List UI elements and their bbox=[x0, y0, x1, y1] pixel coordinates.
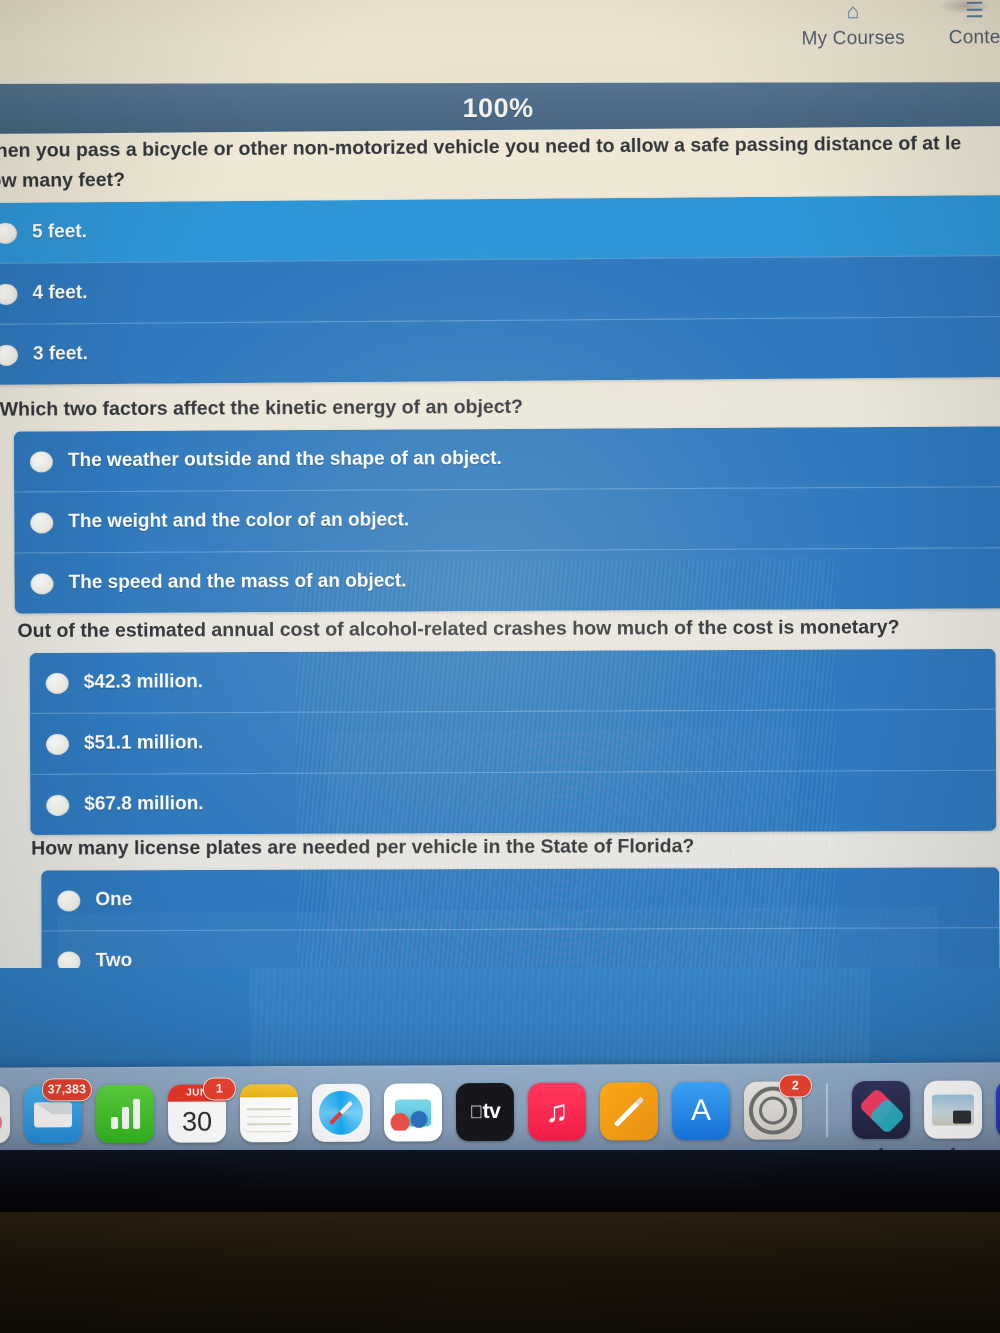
laptop-screen-photo: ⌂ My Courses ☰ Conte 100% When you pass … bbox=[0, 0, 1000, 1333]
radio-button-icon[interactable] bbox=[29, 450, 53, 472]
dock-item-cursor-app[interactable]: ➤ bbox=[995, 1080, 1000, 1139]
calendar-badge: 1 bbox=[202, 1077, 236, 1101]
question-3-options: $42.3 million. $51.1 million. $67.8 mill… bbox=[29, 648, 997, 836]
question-block-1: When you pass a bicycle or other non-mot… bbox=[0, 130, 1000, 386]
pages-icon bbox=[599, 1082, 659, 1141]
nav-item-contents[interactable]: ☰ Conte bbox=[949, 0, 1000, 49]
radio-button-icon[interactable] bbox=[30, 572, 54, 594]
home-icon: ⌂ bbox=[846, 0, 860, 24]
dock-item-apple-tv[interactable]: tv bbox=[455, 1082, 515, 1142]
option-row[interactable]: 4 feet. bbox=[0, 254, 1000, 325]
nav-item-my-courses-label: My Courses bbox=[801, 27, 905, 50]
dock-item-preview[interactable] bbox=[923, 1080, 983, 1152]
option-label: The weight and the color of an object. bbox=[68, 509, 410, 533]
dock-item-music[interactable]: ♫ bbox=[527, 1082, 587, 1154]
question-4-options: One Two bbox=[41, 867, 1000, 979]
option-label: $67.8 million. bbox=[84, 793, 204, 815]
question-2-options: The weather outside and the shape of an … bbox=[13, 426, 1000, 614]
desk-surface bbox=[0, 1212, 1000, 1333]
radio-button-icon[interactable] bbox=[0, 222, 18, 244]
apple-tv-label: tv bbox=[476, 1100, 501, 1124]
radio-button-icon[interactable] bbox=[57, 889, 81, 911]
dock-item-shortcuts[interactable] bbox=[851, 1080, 911, 1153]
question-3-text: Out of the estimated annual cost of alco… bbox=[17, 616, 900, 643]
option-label: 5 feet. bbox=[31, 221, 88, 243]
question-4-text: How many license plates are needed per v… bbox=[31, 835, 695, 860]
question-1-text-line-2: how many feet? bbox=[0, 168, 126, 193]
option-row[interactable]: The weather outside and the shape of an … bbox=[13, 426, 1000, 492]
option-label: 4 feet. bbox=[32, 282, 88, 304]
moire-artifact bbox=[250, 968, 870, 1068]
dock-item-pages[interactable] bbox=[599, 1082, 659, 1141]
dock-item-calendar[interactable]: JUN 30 1 bbox=[167, 1077, 236, 1143]
question-2-text: Which two factors affect the kinetic ene… bbox=[0, 395, 524, 421]
app-store-glyph: A bbox=[690, 1093, 712, 1127]
dock-item-mail[interactable]: 37,383 bbox=[23, 1078, 92, 1157]
option-label: $42.3 million. bbox=[83, 671, 204, 693]
list-icon: ☰ bbox=[964, 0, 984, 23]
numbers-icon bbox=[95, 1084, 155, 1144]
question-block-4: How many license plates are needed per v… bbox=[31, 832, 1000, 979]
dock-item-numbers[interactable] bbox=[95, 1084, 155, 1144]
nav-item-my-courses[interactable]: ⌂ My Courses bbox=[801, 0, 905, 51]
option-label: The speed and the mass of an object. bbox=[68, 570, 407, 594]
option-label: 3 feet. bbox=[32, 343, 88, 365]
course-progress-bar: 100% bbox=[0, 82, 1000, 134]
photo-editor-icon bbox=[383, 1083, 443, 1142]
option-row[interactable]: One bbox=[41, 867, 1000, 931]
photos-icon bbox=[0, 1085, 11, 1144]
option-label: The weather outside and the shape of an … bbox=[67, 447, 502, 472]
nav-item-contents-label: Conte bbox=[948, 27, 1000, 49]
option-label: One bbox=[95, 889, 133, 911]
dock-items: 37,383 JUN 30 1 tv ♫ A 2 bbox=[0, 1074, 1000, 1157]
app-store-icon: A bbox=[671, 1081, 731, 1141]
mail-badge: 37,383 bbox=[41, 1078, 92, 1102]
safari-icon bbox=[311, 1083, 371, 1142]
notes-icon bbox=[239, 1084, 299, 1143]
option-row[interactable]: The speed and the mass of an object. bbox=[14, 547, 1000, 614]
radio-button-icon[interactable] bbox=[0, 344, 19, 366]
radio-button-icon[interactable] bbox=[30, 511, 54, 533]
shortcuts-icon bbox=[851, 1080, 911, 1140]
radio-button-icon[interactable] bbox=[45, 733, 70, 755]
option-row[interactable]: $67.8 million. bbox=[30, 769, 997, 836]
cursor-arrow-icon: ➤ bbox=[995, 1080, 1000, 1139]
dock-item-photos[interactable] bbox=[0, 1085, 11, 1144]
dock-item-safari[interactable] bbox=[311, 1083, 371, 1142]
option-row[interactable]: The weight and the color of an object. bbox=[14, 486, 1000, 553]
system-preferences-badge: 2 bbox=[778, 1074, 812, 1098]
option-row[interactable]: 3 feet. bbox=[0, 315, 1000, 386]
nav-items: ⌂ My Courses ☰ Conte bbox=[801, 0, 1000, 51]
question-1-options: 5 feet. 4 feet. 3 feet. bbox=[0, 194, 1000, 386]
quiz-scroll-pane[interactable]: When you pass a bicycle or other non-mot… bbox=[0, 126, 1000, 979]
radio-button-icon[interactable] bbox=[0, 283, 18, 305]
course-top-navigation: ⌂ My Courses ☰ Conte bbox=[0, 0, 1000, 90]
music-icon: ♫ bbox=[527, 1082, 587, 1141]
option-row[interactable]: $51.1 million. bbox=[29, 708, 997, 775]
option-label: $51.1 million. bbox=[83, 732, 204, 754]
dock-item-preview-photo[interactable] bbox=[383, 1083, 443, 1142]
radio-button-icon[interactable] bbox=[45, 672, 69, 694]
music-note-glyph: ♫ bbox=[545, 1093, 569, 1129]
progress-percent-label: 100% bbox=[462, 92, 534, 123]
browser-viewport: ⌂ My Courses ☰ Conte 100% When you pass … bbox=[0, 0, 1000, 979]
radio-button-icon[interactable] bbox=[46, 794, 70, 816]
calendar-day: 30 bbox=[181, 1106, 213, 1137]
option-row[interactable]: 5 feet. bbox=[0, 194, 1000, 264]
question-block-3: Out of the estimated annual cost of alco… bbox=[17, 614, 998, 836]
question-block-2: Which two factors affect the kinetic ene… bbox=[0, 391, 1000, 614]
apple-tv-icon: tv bbox=[455, 1082, 515, 1142]
preview-icon bbox=[923, 1080, 983, 1139]
option-row[interactable]: $42.3 million. bbox=[29, 648, 996, 714]
dock-item-app-store[interactable]: A bbox=[671, 1081, 731, 1141]
macos-dock: 37,383 JUN 30 1 tv ♫ A 2 bbox=[0, 1062, 1000, 1161]
laptop-bezel bbox=[0, 1150, 1000, 1220]
question-1-text-line-1: When you pass a bicycle or other non-mot… bbox=[0, 132, 962, 163]
dock-item-notes[interactable] bbox=[239, 1084, 299, 1156]
dock-divider bbox=[825, 1083, 829, 1138]
dock-item-system-preferences[interactable]: 2 bbox=[743, 1074, 812, 1140]
